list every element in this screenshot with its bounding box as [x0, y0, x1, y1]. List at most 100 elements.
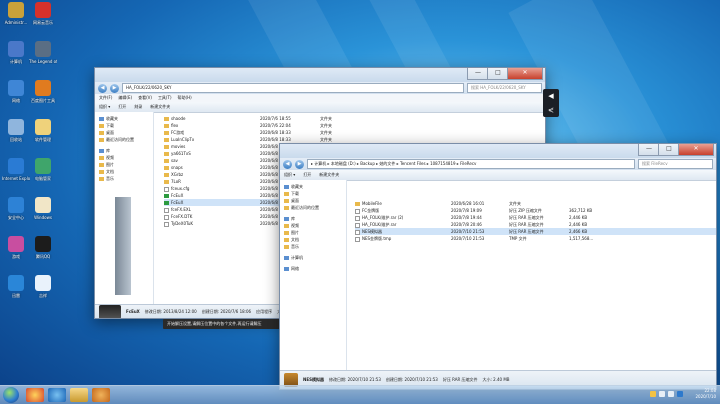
file-date: 2020/7/8 19:09 — [451, 208, 482, 213]
nav-item[interactable]: 桌面 — [95, 129, 153, 136]
back-icon[interactable]: ◀ — [283, 159, 292, 169]
desktop-icon[interactable]: The Legend of Heroes:... — [29, 41, 57, 64]
nav-item[interactable]: 图片 — [95, 161, 153, 168]
nav-item[interactable]: 计算机 — [280, 254, 346, 261]
minimize-button[interactable]: — — [638, 144, 660, 156]
tray-volume-icon[interactable] — [668, 391, 674, 397]
menu-item[interactable]: 编辑(E) — [118, 94, 132, 102]
search-input[interactable]: 搜索 FileRecv — [638, 159, 713, 169]
desktop-icon[interactable]: 软件管理 — [29, 119, 57, 142]
file-row[interactable]: NES模拟器 2020/7/10 21:53 好压 RAR 压缩文件 2,466 KB — [355, 228, 716, 235]
desktop-app-icon — [35, 119, 51, 135]
toolbar-button[interactable]: 组织 ▾ — [284, 170, 295, 180]
nav-item[interactable]: 视频 — [95, 154, 153, 161]
close-button[interactable]: ✕ — [678, 144, 714, 156]
close-button[interactable]: ✕ — [507, 68, 543, 80]
title-bar[interactable]: — □ ✕ — [95, 68, 545, 82]
nav-item[interactable]: 桌面 — [280, 197, 346, 204]
file-row[interactable]: HA_FOLK/维护.rar (2) 2020/7/8 19:44 好压 RAR 压… — [355, 214, 716, 221]
nav-item[interactable]: 最近访问的位置 — [280, 204, 346, 211]
file-row[interactable]: FC金牌版 2020/7/8 19:09 好压 ZIP 压缩文件 362,712 KB — [355, 207, 716, 214]
file-row[interactable]: shaode 2020/7/6 18:55 文件夹 — [164, 115, 545, 122]
nav-item[interactable]: 最近访问的位置 — [95, 136, 153, 143]
nav-item[interactable]: 文档 — [280, 236, 346, 243]
menu-item[interactable]: 查看(V) — [138, 94, 152, 102]
desktop-icon[interactable]: 吉祥 — [29, 275, 57, 298]
desktop-icon[interactable]: 安全中心 — [2, 197, 30, 220]
title-bar[interactable]: — □ ✕ — [280, 144, 716, 158]
folder-icon — [99, 169, 104, 174]
side-gadget[interactable]: ◀ ⋞ — [543, 89, 559, 117]
menu-item[interactable]: 帮助(H) — [178, 94, 192, 102]
toolbar-button[interactable]: 新建文件夹 — [319, 170, 339, 180]
desktop-icon[interactable]: 电脑管家 — [29, 158, 57, 181]
nav-item[interactable]: 音乐 — [95, 175, 153, 182]
nav-item[interactable]: 图片 — [280, 229, 346, 236]
maximize-button[interactable]: □ — [658, 144, 680, 156]
file-row[interactable]: NES金牌版.tmp 2020/7/10 21:53 TMP 文件 1,517,568… — [355, 235, 716, 242]
file-cell-name: NES金牌版.tmp — [355, 235, 451, 242]
maximize-button[interactable]: □ — [487, 68, 509, 80]
taskbar-browser-icon[interactable] — [26, 388, 44, 402]
file-row[interactable]: LuaInClipTx 2020/6/8 18:33 文件夹 — [164, 136, 545, 143]
nav-item[interactable]: 音乐 — [280, 243, 346, 250]
tray-network-icon[interactable] — [659, 391, 665, 397]
start-button[interactable] — [3, 387, 19, 403]
minimize-button[interactable]: — — [467, 68, 489, 80]
desktop-icon[interactable]: 腾讯QQ — [29, 236, 57, 259]
taskbar-player-icon[interactable] — [92, 388, 110, 402]
forward-icon[interactable]: ▶ — [295, 159, 304, 169]
nav-item[interactable]: 库 — [95, 147, 153, 154]
desktop-icon[interactable]: Internet Explorer — [2, 158, 30, 181]
nav-item[interactable]: 网络 — [280, 265, 346, 272]
share-icon[interactable]: ⋞ — [543, 103, 559, 117]
desktop-icon[interactable]: 网易云音乐 — [29, 2, 57, 25]
desktop-icon[interactable]: 游戏 — [2, 236, 30, 259]
address-bar[interactable]: HA_FOLK/22/0620_SKY — [122, 83, 464, 93]
nav-item[interactable]: 文档 — [95, 168, 153, 175]
desktop-icon-label: 腾讯QQ — [35, 254, 51, 259]
nav-item[interactable]: 收藏夹 — [280, 183, 346, 190]
search-input[interactable]: 搜索 HA_FOLK/22/0620_SKY — [467, 83, 542, 93]
nav-item[interactable]: 下载 — [280, 190, 346, 197]
address-bar[interactable]: ▸ 计算机 ▸ 本地磁盘 (D:) ▸ Backup ▸ 她的文件 ▸ Tenc… — [307, 159, 635, 169]
toolbar-button[interactable]: 新建文件夹 — [150, 102, 170, 112]
collapse-icon[interactable]: ◀ — [543, 89, 559, 103]
desktop-app-icon — [8, 80, 24, 96]
toolbar-button[interactable]: 组织 ▾ — [99, 102, 110, 112]
file-name: LuaInClipTx — [171, 137, 195, 142]
tray-flag-icon[interactable] — [650, 391, 656, 397]
toolbar-button[interactable]: 刻录 — [134, 102, 142, 112]
toolbar-button[interactable]: 打开 — [118, 102, 126, 112]
desktop-icon[interactable]: 计算机 — [2, 41, 30, 64]
file-cell-type: 文件夹 — [320, 115, 360, 122]
desktop-icon[interactable]: Windows — [29, 197, 57, 220]
desktop-icon[interactable]: 网络 — [2, 80, 30, 103]
desktop-icon[interactable]: 迅雷 — [2, 275, 30, 298]
nav-item[interactable]: 库 — [280, 215, 346, 222]
taskbar-explorer-icon[interactable] — [70, 388, 88, 402]
folder-icon — [164, 152, 169, 156]
file-cell-date: 2020/7/10 21:53 — [451, 235, 509, 242]
file-row[interactable]: HA_FOLK/维护.rar 2020/7/8 20:46 好压 RAR 压缩文件 2… — [355, 221, 716, 228]
toolbar-button[interactable]: 打开 — [303, 170, 311, 180]
nav-item[interactable]: 视频 — [280, 222, 346, 229]
forward-icon[interactable]: ▶ — [110, 83, 119, 93]
file-row[interactable]: FC游戏 2020/6/8 18:33 文件夹 — [164, 129, 545, 136]
file-row[interactable]: MobileFile 2020/6/28 16:01 文件夹 — [355, 200, 716, 207]
menu-item[interactable]: 文件(F) — [99, 94, 112, 102]
back-icon[interactable]: ◀ — [98, 83, 107, 93]
file-row[interactable]: flex 2020/7/6 22:04 文件夹 — [164, 122, 545, 129]
file-type: TMP 文件 — [509, 236, 527, 241]
nav-item[interactable]: 收藏夹 — [95, 115, 153, 122]
tray-ime-icon[interactable] — [677, 391, 683, 397]
menu-item[interactable]: 工具(T) — [158, 94, 172, 102]
desktop-icon[interactable]: 百度图片工具 — [29, 80, 57, 103]
file-cell-name: sav — [164, 157, 260, 164]
desktop-icon[interactable]: Administr... — [2, 2, 30, 25]
clock[interactable]: 22:08 2020/7/10 — [695, 388, 716, 400]
file-name: HA_FOLK/维护.rar — [362, 222, 397, 227]
nav-item[interactable]: 下载 — [95, 122, 153, 129]
desktop-icon[interactable]: 回收站 — [2, 119, 30, 142]
taskbar-ie-icon[interactable] — [48, 388, 66, 402]
